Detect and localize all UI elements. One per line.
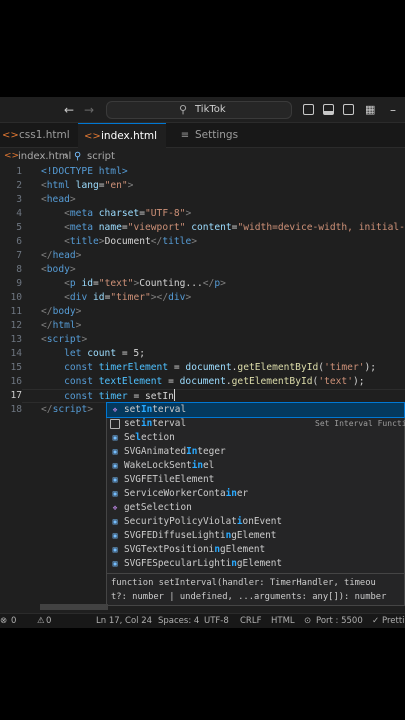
code-line: 6 <title>Document</title> — [16, 236, 198, 247]
error-icon[interactable]: ⊗ — [0, 614, 7, 628]
minimize-icon[interactable]: – — [390, 102, 396, 118]
code-line: 2 <html lang="en"> — [16, 180, 134, 191]
suggestion-item[interactable]: ▣ SVGTextPositioningElement — [107, 543, 404, 557]
code-line: 3 <head> — [16, 194, 76, 205]
language-mode[interactable]: HTML — [271, 614, 295, 628]
code-line: 16 const textElement = document.getEleme… — [10, 376, 365, 387]
title-bar: ← → ⚲ TikTok ▦ – — [0, 97, 405, 123]
check-icon: ✓ — [372, 616, 380, 626]
code-line: 5 <meta name="viewport" content="width=d… — [16, 222, 405, 233]
class-icon: ▣ — [112, 559, 118, 568]
warning-count[interactable]: 0 — [46, 614, 51, 628]
broadcast-icon: ⊙ — [304, 616, 312, 626]
chevron-right-icon: › — [64, 151, 68, 162]
suggestion-item[interactable]: ▣ SVGAnimatedInteger — [107, 445, 404, 459]
status-bar: ⊗ 0 ⚠ 0 Ln 17, Col 24 Spaces: 4 UTF-8 CR… — [0, 613, 405, 628]
suggestion-item[interactable]: ▣ WakeLockSentinel — [107, 459, 404, 473]
breadcrumb-symbol[interactable]: script — [87, 148, 115, 165]
suggestion-item[interactable]: ▣ SVGFETileElement — [107, 473, 404, 487]
code-line: 15 const timerElement = document.getElem… — [10, 362, 377, 373]
suggest-widget: ❖ setInterval setinterval Set Interval Fun… — [106, 402, 405, 606]
html-file-icon: <> — [84, 131, 101, 142]
toggle-panel-icon[interactable] — [323, 104, 334, 115]
code-line: 10 <div id="timer"></div> — [10, 292, 192, 303]
suggestion-details: function setInterval(handler: TimerHandl… — [107, 573, 404, 605]
cursor-position[interactable]: Ln 17, Col 24 — [96, 614, 152, 628]
html-file-icon: <> — [4, 151, 20, 161]
error-count[interactable]: 0 — [11, 614, 16, 628]
class-icon: ▣ — [112, 447, 118, 456]
suggestion-item[interactable]: ▣ SVGFESpecularLightingElement — [107, 557, 404, 571]
code-line: 9 <p id="text">Counting...</p> — [16, 278, 226, 289]
code-line: 13 <script> — [10, 334, 88, 345]
horizontal-scrollbar[interactable] — [40, 604, 108, 610]
class-icon: ▣ — [112, 489, 118, 498]
customize-layout-icon[interactable]: ▦ — [365, 102, 375, 118]
tab-settings[interactable]: ≡ Settings — [172, 123, 252, 148]
tab-index-html[interactable]: <>index.html × — [78, 123, 166, 167]
class-icon: ▣ — [112, 461, 118, 470]
suggestion-item[interactable]: ❖ getSelection — [107, 501, 404, 515]
suggestion-item[interactable]: ▣ ServiceWorkerContainer — [107, 487, 404, 501]
toggle-primary-sidebar-icon[interactable] — [303, 104, 314, 115]
encoding[interactable]: UTF-8 — [204, 614, 229, 628]
suggestion-item[interactable]: ▣ SVGFEDiffuseLightingElement — [107, 529, 404, 543]
method-icon: ❖ — [112, 405, 118, 414]
code-line: 1 <!DOCTYPE html> — [16, 166, 128, 177]
warning-icon[interactable]: ⚠ — [37, 614, 45, 628]
live-server-port[interactable]: Port : 5500 — [316, 614, 363, 628]
suggestion-item[interactable]: setinterval Set Interval Functi — [107, 417, 405, 431]
text-cursor — [173, 389, 175, 401]
code-line: 8 <body> — [16, 264, 76, 275]
class-icon: ▣ — [112, 531, 118, 540]
search-icon: ⚲ — [179, 103, 188, 116]
toggle-secondary-sidebar-icon[interactable] — [343, 104, 354, 115]
snippet-icon — [110, 419, 120, 429]
suggestion-item[interactable]: ❖ setInterval — [106, 402, 405, 418]
code-line: 7 </head> — [16, 250, 82, 261]
arrow-right-icon[interactable]: → — [84, 102, 94, 118]
class-icon: ▣ — [112, 545, 118, 554]
class-icon: ▣ — [112, 475, 118, 484]
class-icon: ▣ — [112, 433, 118, 442]
suggestion-item[interactable]: ▣ Selection — [107, 431, 404, 445]
breadcrumb: <> index.html › ⚲ script — [0, 148, 405, 165]
code-line: 4 <meta charset="UTF-8"> — [16, 208, 192, 219]
html-file-icon: <> — [2, 130, 19, 141]
code-line-current: 17 const timer = setIn — [10, 389, 175, 402]
arrow-left-icon[interactable]: ← — [64, 102, 74, 118]
class-icon: ▣ — [112, 517, 118, 526]
method-icon: ❖ — [112, 503, 118, 512]
tab-bar: <>css1.html <>index.html × ≡Settings — [0, 123, 405, 167]
settings-lines-icon: ≡ — [180, 130, 190, 141]
code-line: 14 let count = 5; — [10, 348, 145, 359]
command-center-search[interactable]: ⚲ TikTok — [106, 101, 292, 119]
code-line: 12 </html> — [10, 320, 82, 331]
search-text: TikTok — [195, 104, 226, 115]
tab-css1-html[interactable]: <>css1.html — [0, 123, 72, 148]
suggestion-item[interactable]: ▣ SecurityPolicyViolationEvent — [107, 515, 404, 529]
symbol-icon: ⚲ — [74, 151, 82, 162]
prettier-status[interactable]: Prettie — [382, 614, 405, 628]
end-of-line[interactable]: CRLF — [240, 614, 261, 628]
indentation[interactable]: Spaces: 4 — [158, 614, 199, 628]
code-line: 11 </body> — [10, 306, 82, 317]
